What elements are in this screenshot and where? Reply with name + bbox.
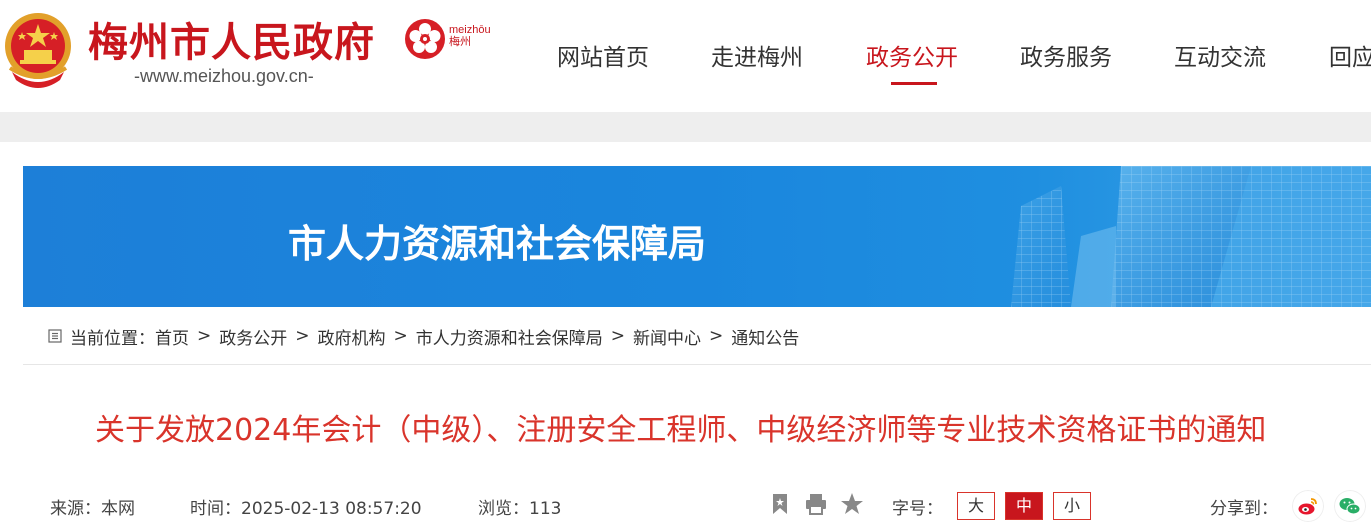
breadcrumb-prefix: 当前位置：	[70, 328, 155, 349]
breadcrumb-divider	[23, 364, 1371, 365]
breadcrumb-separator: >	[709, 326, 724, 346]
star-icon[interactable]	[840, 492, 864, 516]
city-logo-pinyin: meizhōu	[449, 24, 491, 36]
breadcrumb-separator: >	[610, 326, 625, 346]
breadcrumb: 当前位置： 首页 > 政务公开 > 政府机构 > 市人力资源和社会保障局 > 新…	[48, 324, 799, 349]
breadcrumb-hr-bureau[interactable]: 市人力资源和社会保障局	[416, 324, 603, 349]
nav-item-gov-services[interactable]: 政务服务	[1020, 38, 1112, 72]
nav-item-gov-affairs[interactable]: 政务公开	[866, 38, 958, 72]
font-size-medium-button[interactable]: 中	[1005, 492, 1043, 520]
city-logo-text: meizhōu 梅州	[449, 24, 491, 48]
article-time: 时间：2025-02-13 08:57:20	[190, 499, 422, 519]
breadcrumb-separator: >	[393, 326, 408, 346]
nav-item-about[interactable]: 走进梅州	[711, 38, 803, 72]
breadcrumb-home[interactable]: 首页	[155, 324, 189, 349]
article-tools	[768, 492, 864, 516]
site-title[interactable]: 梅州市人民政府	[88, 10, 375, 68]
article-source: 来源：本网	[50, 499, 135, 519]
nav-item-response[interactable]: 回应	[1329, 38, 1371, 72]
national-emblem-icon[interactable]	[2, 8, 74, 92]
department-banner: 市人力资源和社会保障局	[23, 166, 1371, 307]
breadcrumb-gov-affairs[interactable]: 政务公开	[219, 324, 287, 349]
site-url: -www.meizhou.gov.cn-	[134, 66, 314, 86]
breadcrumb-separator: >	[295, 326, 310, 346]
font-size-small-button[interactable]: 小	[1053, 492, 1091, 520]
font-size-large-button[interactable]: 大	[957, 492, 995, 520]
breadcrumb-separator: >	[197, 326, 212, 346]
breadcrumb-news-center[interactable]: 新闻中心	[633, 324, 701, 349]
nav-active-indicator	[891, 82, 937, 85]
article-title: 关于发放2024年会计（中级）、注册安全工程师、中级经济师等专业技术资格证书的通…	[95, 413, 1267, 448]
nav-item-interaction[interactable]: 互动交流	[1174, 38, 1266, 72]
header-separator-band	[0, 112, 1371, 142]
wechat-icon[interactable]	[1334, 490, 1366, 522]
bookmark-icon[interactable]	[768, 492, 792, 516]
site-header: 梅州市人民政府 -www.meizhou.gov.cn- meizhōu 梅州 …	[0, 0, 1371, 112]
print-icon[interactable]	[804, 492, 828, 516]
department-title: 市人力资源和社会保障局	[287, 222, 706, 266]
article-views: 浏览：113	[478, 499, 562, 519]
plum-blossom-logo-icon	[405, 19, 445, 59]
breadcrumb-notices[interactable]: 通知公告	[731, 324, 799, 349]
font-size-label: 字号：	[892, 499, 943, 519]
share-label: 分享到：	[1210, 499, 1278, 519]
nav-item-home[interactable]: 网站首页	[557, 38, 649, 72]
breadcrumb-gov-agencies[interactable]: 政府机构	[318, 324, 386, 349]
city-logo-chinese: 梅州	[449, 36, 471, 48]
weibo-icon[interactable]	[1292, 490, 1324, 522]
breadcrumb-icon	[48, 329, 62, 343]
